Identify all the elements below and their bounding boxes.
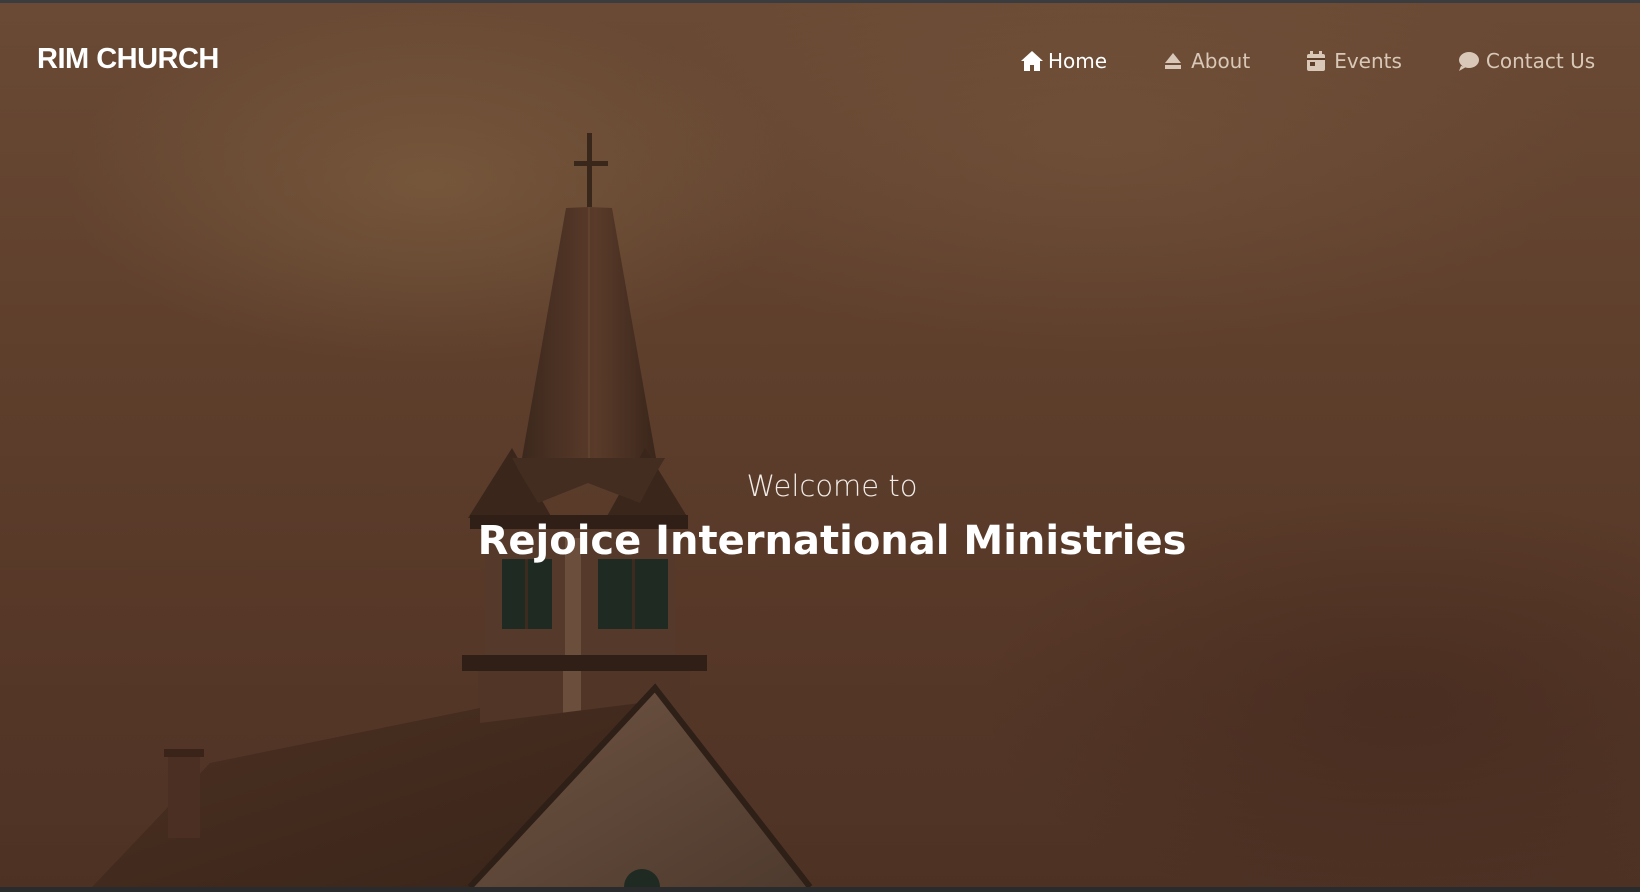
window-bottom-border [0,887,1640,892]
calendar-icon [1306,49,1332,73]
home-icon [1020,49,1046,73]
nav-item-events[interactable]: Events [1306,49,1402,73]
church-steeple-image [92,133,813,887]
hero-title: Rejoice International Ministries [477,518,1187,564]
hero-welcome-text: Welcome to [746,469,918,503]
nav-item-home[interactable]: Home [1020,49,1107,73]
hero-section: RIM CHURCH Home About Events Contact Us [0,3,1640,887]
nav-about-label: About [1191,49,1251,73]
nav-contact-label: Contact Us [1485,49,1596,73]
nav-events-label: Events [1334,49,1402,73]
chat-bubble-icon [1458,49,1484,73]
main-navigation: Home About Events Contact Us [1020,49,1595,73]
nav-item-about[interactable]: About [1163,49,1250,73]
eject-icon [1163,49,1189,73]
nav-home-label: Home [1048,49,1108,73]
nav-item-contact-us[interactable]: Contact Us [1458,49,1595,73]
site-logo[interactable]: RIM CHURCH [37,43,219,76]
